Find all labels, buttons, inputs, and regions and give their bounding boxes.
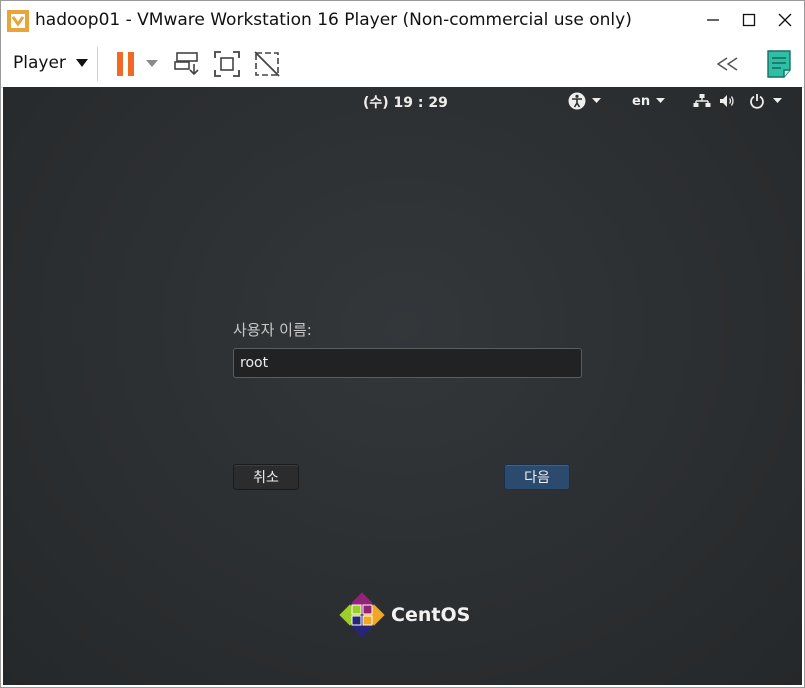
vmware-window: hadoop01 - VMware Workstation 16 Player … [0,0,805,688]
power-options-dropdown[interactable] [143,48,161,80]
full-screen-icon [214,51,240,77]
centos-logo [339,592,385,638]
system-menu[interactable] [693,91,782,111]
pause-button[interactable] [111,48,141,80]
maximize-button[interactable] [731,5,767,35]
window-title: hadoop01 - VMware Workstation 16 Player … [35,10,632,30]
language-indicator: en [632,93,651,109]
unity-icon [254,51,280,77]
pause-icon [117,52,134,76]
player-menu-button[interactable]: Player [7,47,94,79]
vmware-app-icon [7,10,29,32]
centos-wordmark: CentOS [391,604,471,626]
close-icon [778,13,792,27]
network-icon [693,94,711,107]
title-bar: hadoop01 - VMware Workstation 16 Player … [1,1,804,41]
player-toolbar: Player [1,41,804,88]
accessibility-icon [568,92,586,110]
caret-down-icon [773,98,782,103]
chevron-down-icon [146,60,158,67]
username-input[interactable] [233,348,582,378]
notes-icon [767,50,791,78]
double-chevron-left-icon [716,57,738,71]
minimize-button[interactable] [695,5,731,35]
minimize-icon [707,19,719,21]
username-label: 사용자 이름: [233,321,312,339]
volume-icon [720,95,734,107]
send-keys-icon [174,52,199,76]
player-menu-label: Player [13,53,66,73]
send-ctrl-alt-del-button[interactable] [171,48,203,80]
centos-branding: CentOS [339,592,471,638]
cancel-button[interactable]: 취소 [233,464,299,490]
collapse-toolbar-button[interactable] [713,48,743,80]
next-button[interactable]: 다음 [504,464,570,490]
full-screen-button[interactable] [211,48,243,80]
toolbar-divider [97,47,98,81]
close-button[interactable] [767,5,803,35]
accessibility-menu[interactable] [568,91,601,111]
caret-down-icon [592,98,601,103]
unity-mode-button[interactable] [251,48,283,80]
clock[interactable]: (수) 19 : 29 [363,92,448,112]
message-log-button[interactable] [763,48,795,80]
vm-display[interactable]: (수) 19 : 29 en 사용자 이름: root 취소 다음 CentOS [3,87,802,685]
power-icon [750,94,764,109]
maximize-icon [742,13,756,27]
caret-down-icon [75,59,88,67]
caret-down-icon [656,98,666,103]
gnome-top-bar: (수) 19 : 29 en [3,87,802,115]
language-menu[interactable]: en [632,91,666,111]
